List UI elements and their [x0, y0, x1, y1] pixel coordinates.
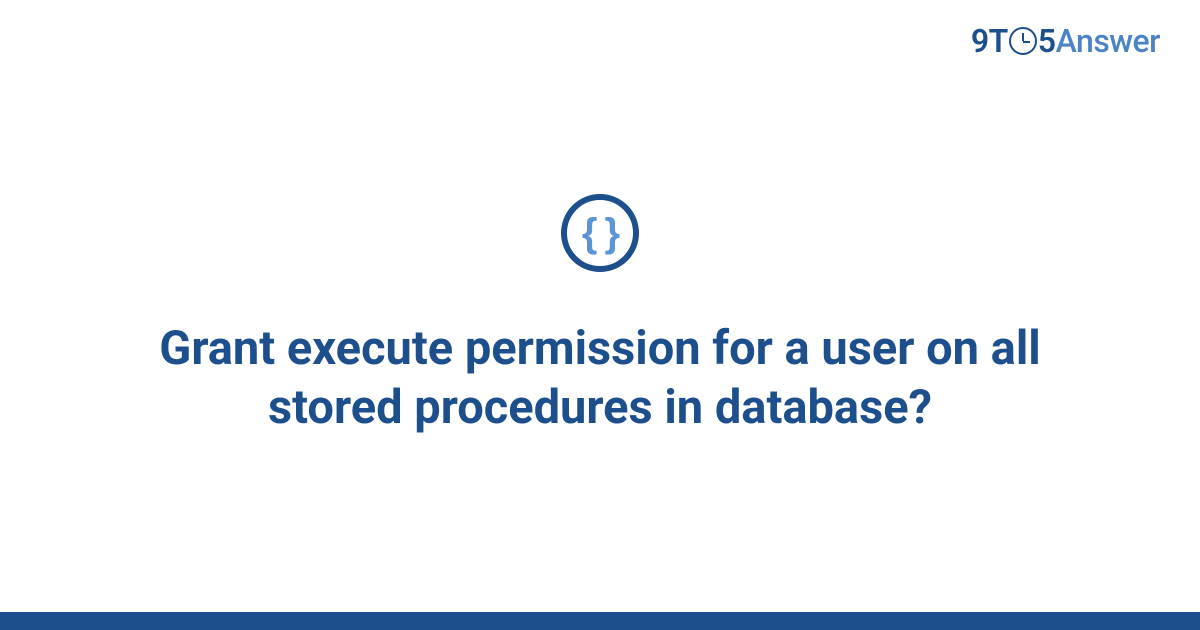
code-braces-icon: { } [561, 194, 639, 272]
question-title: Grant execute permission for a user on a… [110, 320, 1090, 438]
category-icon-wrap: { } [561, 194, 639, 272]
main-content: { } Grant execute permission for a user … [0, 0, 1200, 612]
footer-accent-bar [0, 612, 1200, 630]
